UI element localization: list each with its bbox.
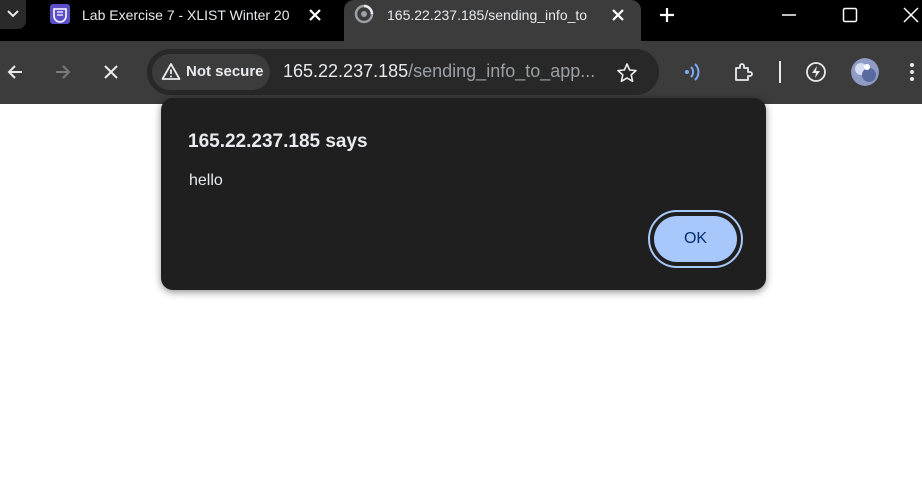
minimize-button[interactable] [779, 5, 799, 25]
toolbar-divider [779, 61, 781, 83]
maximize-button[interactable] [840, 5, 860, 25]
puzzle-icon [735, 63, 753, 81]
tab-active[interactable]: 165.22.237.185/sending_info_to [344, 0, 641, 41]
tab-strip: Lab Exercise 7 - XLIST Winter 20 165.22.… [0, 0, 922, 41]
ok-button-focus-ring: OK [648, 210, 743, 268]
extensions-button[interactable] [733, 61, 755, 83]
url-text[interactable]: 165.22.237.185/sending_info_to_app... [283, 61, 595, 82]
performance-button[interactable] [805, 61, 827, 83]
minimize-icon [782, 14, 796, 16]
url-host: 165.22.237.185 [283, 61, 409, 81]
warning-triangle-icon [161, 63, 181, 80]
energy-saver-icon [806, 62, 826, 82]
arrow-left-icon [7, 65, 22, 79]
broadcast-icon [685, 63, 700, 81]
dialog-title: 165.22.237.185 says [188, 131, 368, 152]
course-logo-icon [50, 4, 70, 24]
bookmark-star-button[interactable] [616, 62, 638, 84]
close-window-button[interactable] [901, 5, 921, 25]
menu-button[interactable] [901, 61, 922, 83]
security-chip-label: Not secure [186, 63, 264, 80]
close-tab-icon[interactable] [610, 7, 626, 23]
url-path: /sending_info_to_app... [408, 61, 596, 81]
dialog-message: hello [189, 172, 223, 189]
chevron-down-icon [7, 10, 19, 18]
alert-dialog: 165.22.237.185 says hello OK [161, 98, 766, 290]
close-tab-icon[interactable] [307, 7, 323, 23]
forward-button[interactable] [52, 61, 74, 83]
star-icon [617, 63, 637, 83]
browser-toolbar: Not secure 165.22.237.185/sending_info_t… [0, 41, 922, 104]
loading-spinner-icon [354, 4, 374, 24]
maximize-icon [842, 7, 858, 23]
arrow-right-icon [56, 65, 71, 79]
media-cast-button[interactable] [683, 61, 705, 83]
close-icon [104, 65, 118, 79]
close-icon [903, 7, 919, 23]
new-tab-button[interactable] [657, 5, 677, 25]
back-button[interactable] [4, 61, 26, 83]
tab-lab-exercise[interactable]: Lab Exercise 7 - XLIST Winter 20 [40, 0, 335, 32]
profile-avatar[interactable] [851, 58, 879, 86]
kebab-menu-icon [910, 63, 914, 81]
stop-loading-button[interactable] [100, 61, 122, 83]
ok-button[interactable]: OK [654, 216, 737, 262]
address-bar[interactable]: Not secure 165.22.237.185/sending_info_t… [147, 49, 659, 95]
tab-title: Lab Exercise 7 - XLIST Winter 20 [82, 7, 290, 23]
avatar-icon [851, 58, 879, 86]
tab-title: 165.22.237.185/sending_info_to [387, 7, 588, 23]
tab-search-button[interactable] [0, 0, 26, 29]
plus-icon [660, 8, 674, 22]
